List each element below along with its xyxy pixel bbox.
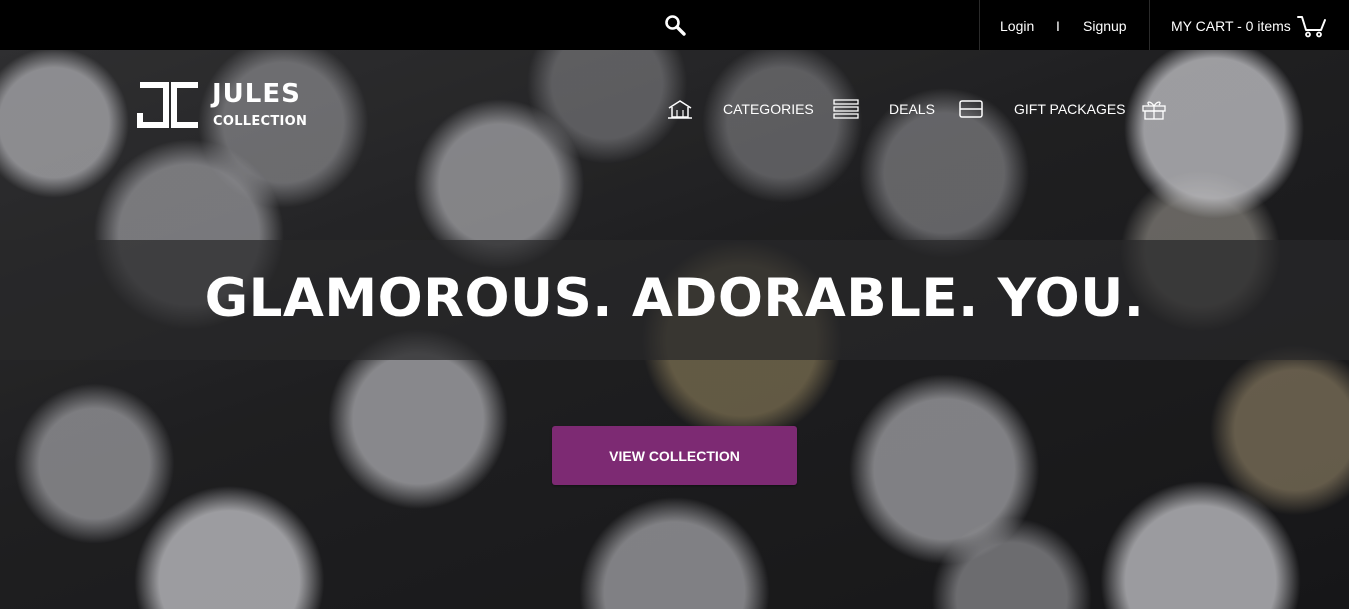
nav-deals[interactable]: DEALS [889,98,935,120]
top-divider [979,0,980,50]
hero-headline: GLAMOROUS. ADORABLE. YOU. [204,268,1145,329]
nav-categories[interactable]: CATEGORIES [723,98,814,120]
main-nav: CATEGORIES DEALS GIFT PACKAGES [0,98,1349,122]
menu-lines-icon[interactable] [833,98,859,120]
login-link[interactable]: Login [1000,17,1034,35]
top-divider [1149,0,1150,50]
cart-icon[interactable] [1297,14,1327,38]
signup-link[interactable]: Signup [1083,17,1127,35]
search-icon[interactable] [664,14,686,36]
gift-icon[interactable] [1141,98,1167,120]
tag-icon[interactable] [958,98,984,120]
nav-gift-packages[interactable]: GIFT PACKAGES [1014,98,1126,120]
home-icon[interactable] [667,98,693,120]
hero-banner: JULES COLLECTION CATEGORIES DEALS GIFT P… [0,50,1349,609]
top-separator: I [1056,18,1060,34]
view-collection-button[interactable]: VIEW COLLECTION [552,426,797,485]
top-bar: Login I Signup MY CART - 0 items [0,0,1349,50]
cart-link[interactable]: MY CART - 0 items [1171,17,1291,35]
